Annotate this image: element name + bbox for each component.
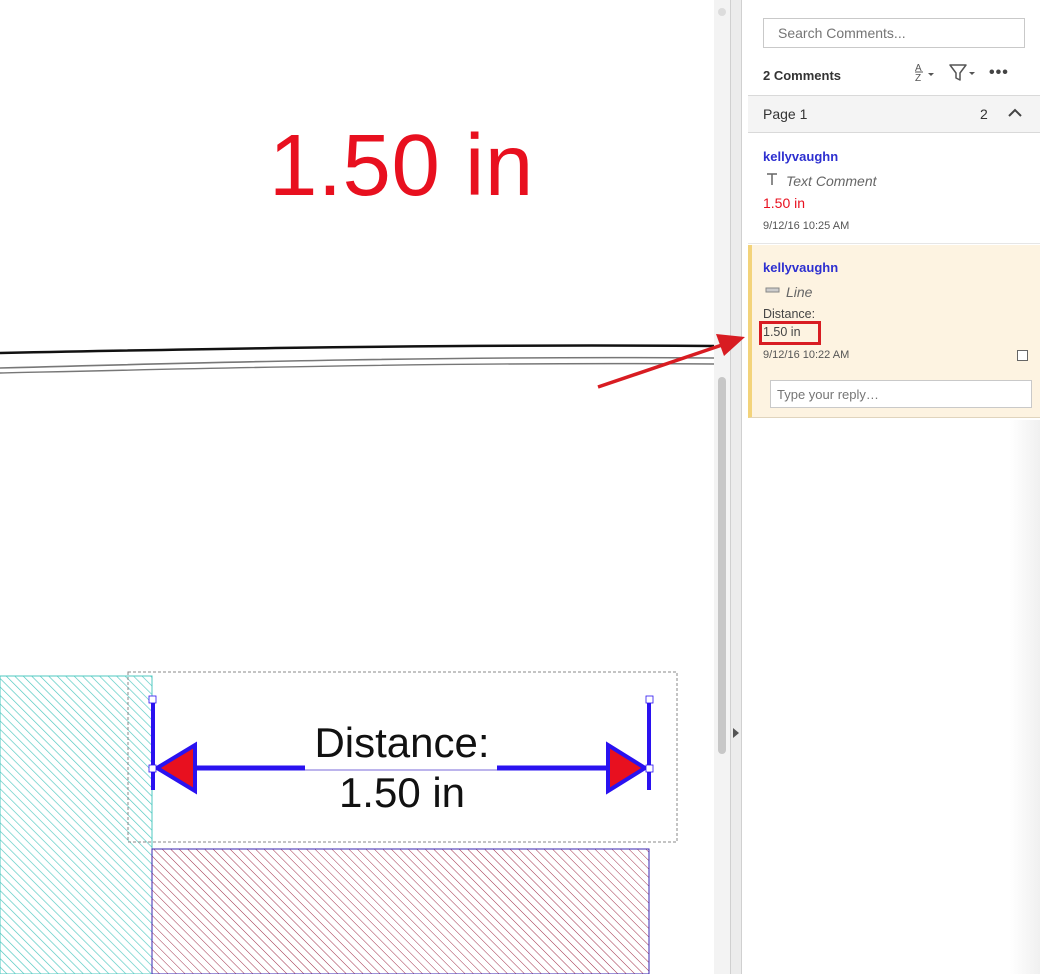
text-comment-annotation[interactable]: 1.50 in bbox=[269, 116, 534, 216]
comment-type: Text Comment bbox=[786, 173, 877, 189]
chevron-up-icon[interactable] bbox=[1006, 105, 1024, 121]
handle-top-left[interactable] bbox=[148, 695, 157, 704]
comment-card-selected[interactable]: kellyvaughn Line Distance: 1.50 in 9/12/… bbox=[748, 245, 1040, 418]
drawn-line-black bbox=[0, 344, 714, 355]
collapse-panel-icon[interactable] bbox=[733, 728, 739, 738]
document-view[interactable]: 1.50 in Distance: 1.50 in bbox=[0, 0, 714, 974]
drawn-line-gray-1 bbox=[0, 356, 714, 369]
comment-date: 9/12/16 10:22 AM bbox=[763, 349, 850, 361]
comment-text: 1.50 in bbox=[763, 195, 806, 211]
handle-top-right[interactable] bbox=[645, 695, 654, 704]
page-label: Page 1 bbox=[763, 106, 808, 122]
comments-count: 2 Comments bbox=[763, 68, 842, 83]
document-scrollbar[interactable] bbox=[714, 0, 730, 974]
page-group-header[interactable]: Page 1 2 bbox=[748, 95, 1040, 133]
teal-hatched-rect bbox=[0, 675, 153, 974]
comment-card[interactable]: kellyvaughn Text Comment 1.50 in 9/12/16… bbox=[748, 134, 1040, 244]
comment-author: kellyvaughn bbox=[763, 149, 839, 164]
measurement-label[interactable]: Distance: 1.50 in bbox=[300, 718, 504, 818]
more-icon[interactable]: ••• bbox=[989, 64, 1009, 82]
filter-icon[interactable] bbox=[948, 62, 978, 86]
handle-mid-right[interactable] bbox=[645, 764, 654, 773]
scrollbar-thumb[interactable] bbox=[718, 377, 726, 754]
measurement-label-line2: 1.50 in bbox=[338, 769, 466, 816]
highlight-box bbox=[759, 321, 821, 345]
search-comments-input[interactable] bbox=[763, 18, 1025, 48]
sort-az-icon[interactable]: A Z bbox=[913, 61, 937, 85]
text-comment-icon bbox=[765, 172, 779, 189]
comment-distance-label: Distance: bbox=[763, 307, 816, 321]
reply-input[interactable] bbox=[770, 380, 1032, 408]
line-icon bbox=[765, 283, 781, 299]
svg-text:Z: Z bbox=[915, 73, 921, 84]
scrollbar-top-cap bbox=[718, 8, 726, 16]
page-comment-count: 2 bbox=[980, 106, 988, 122]
comment-author: kellyvaughn bbox=[763, 260, 839, 275]
maroon-hatched-rect bbox=[151, 848, 650, 974]
arrowhead-right bbox=[606, 741, 649, 795]
arrowhead-left bbox=[153, 741, 197, 795]
measurement-label-line1: Distance: bbox=[314, 719, 490, 766]
comment-date: 9/12/16 10:25 AM bbox=[763, 220, 850, 232]
panel-splitter[interactable] bbox=[730, 0, 742, 974]
comment-type: Line bbox=[786, 284, 813, 300]
comments-panel: 2 Comments A Z ••• Page 1 2 kellyvaughn … bbox=[742, 0, 1040, 974]
handle-mid-left[interactable] bbox=[148, 764, 157, 773]
panel-edge-shadow bbox=[1010, 420, 1040, 974]
comment-checkbox[interactable] bbox=[1017, 350, 1028, 361]
